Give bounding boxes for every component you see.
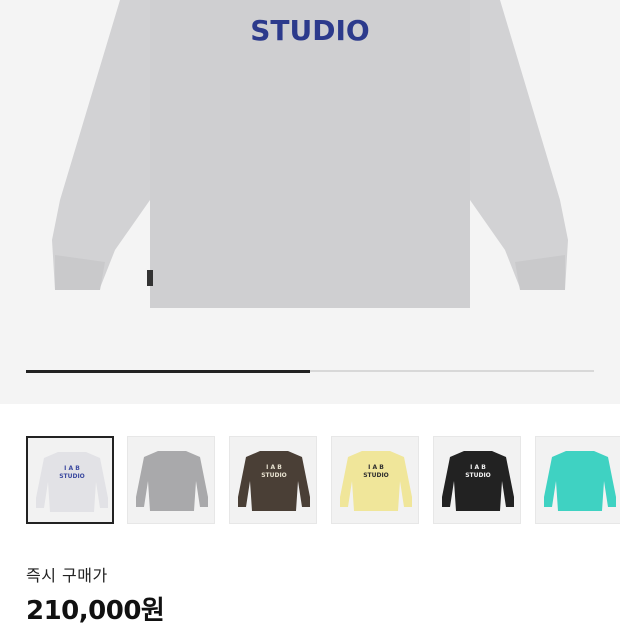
thumbnail-logo-bottom: STUDIO	[261, 472, 287, 479]
shirt-shape	[36, 452, 108, 512]
shirt-shape	[136, 451, 208, 511]
sweatshirt-thumbnail-image: I A BSTUDIO	[340, 451, 412, 511]
color-option-thumbnail[interactable]: I A B STUDIO	[433, 436, 521, 524]
color-option-thumbnail[interactable]: I A B STUDIO	[229, 436, 317, 524]
gallery-progress-bar	[26, 369, 594, 373]
shirt-shape	[340, 451, 412, 511]
sweatshirt-image: STUDIO	[52, 0, 568, 308]
thumbnail-logo-bottom: STUDIO	[363, 472, 389, 479]
thumbnail-logo-top: I A B	[64, 465, 80, 472]
thumbnail-logo-top: I A B	[266, 464, 282, 471]
sweatshirt-thumbnail-image	[544, 451, 616, 511]
product-image-gallery[interactable]: STUDIO	[0, 0, 620, 404]
color-option-thumbnail[interactable]: I A B STUDIO	[26, 436, 114, 524]
sweatshirt-thumbnail-image	[136, 451, 208, 511]
sweatshirt-thumbnail-image: I A BSTUDIO	[36, 452, 108, 512]
instant-buy-price-label: 즉시 구매가	[26, 566, 108, 585]
color-option-thumbnails: I A B STUDIO I A B STUDIO I A B STUDIO I A B ST…	[0, 436, 620, 524]
instant-buy-price: 210,000원	[26, 596, 165, 626]
thumbnail-logo-bottom: STUDIO	[465, 472, 491, 479]
color-option-thumbnail[interactable]: I A B STUDIO	[331, 436, 419, 524]
shirt-shape	[442, 451, 514, 511]
print-text: STUDIO	[250, 14, 369, 47]
color-option-thumbnail[interactable]	[535, 436, 620, 524]
sweatshirt-thumbnail-image: I A BSTUDIO	[238, 451, 310, 511]
thumbnail-logo-top: I A B	[368, 464, 384, 471]
thumbnail-logo-top: I A B	[470, 464, 486, 471]
gallery-progress-fill	[26, 369, 310, 373]
sweatshirt-thumbnail-image: I A BSTUDIO	[442, 451, 514, 511]
shirt-shape	[544, 451, 616, 511]
thumbnail-logo-bottom: STUDIO	[59, 473, 85, 480]
color-option-thumbnail[interactable]	[127, 436, 215, 524]
shirt-shape	[238, 451, 310, 511]
